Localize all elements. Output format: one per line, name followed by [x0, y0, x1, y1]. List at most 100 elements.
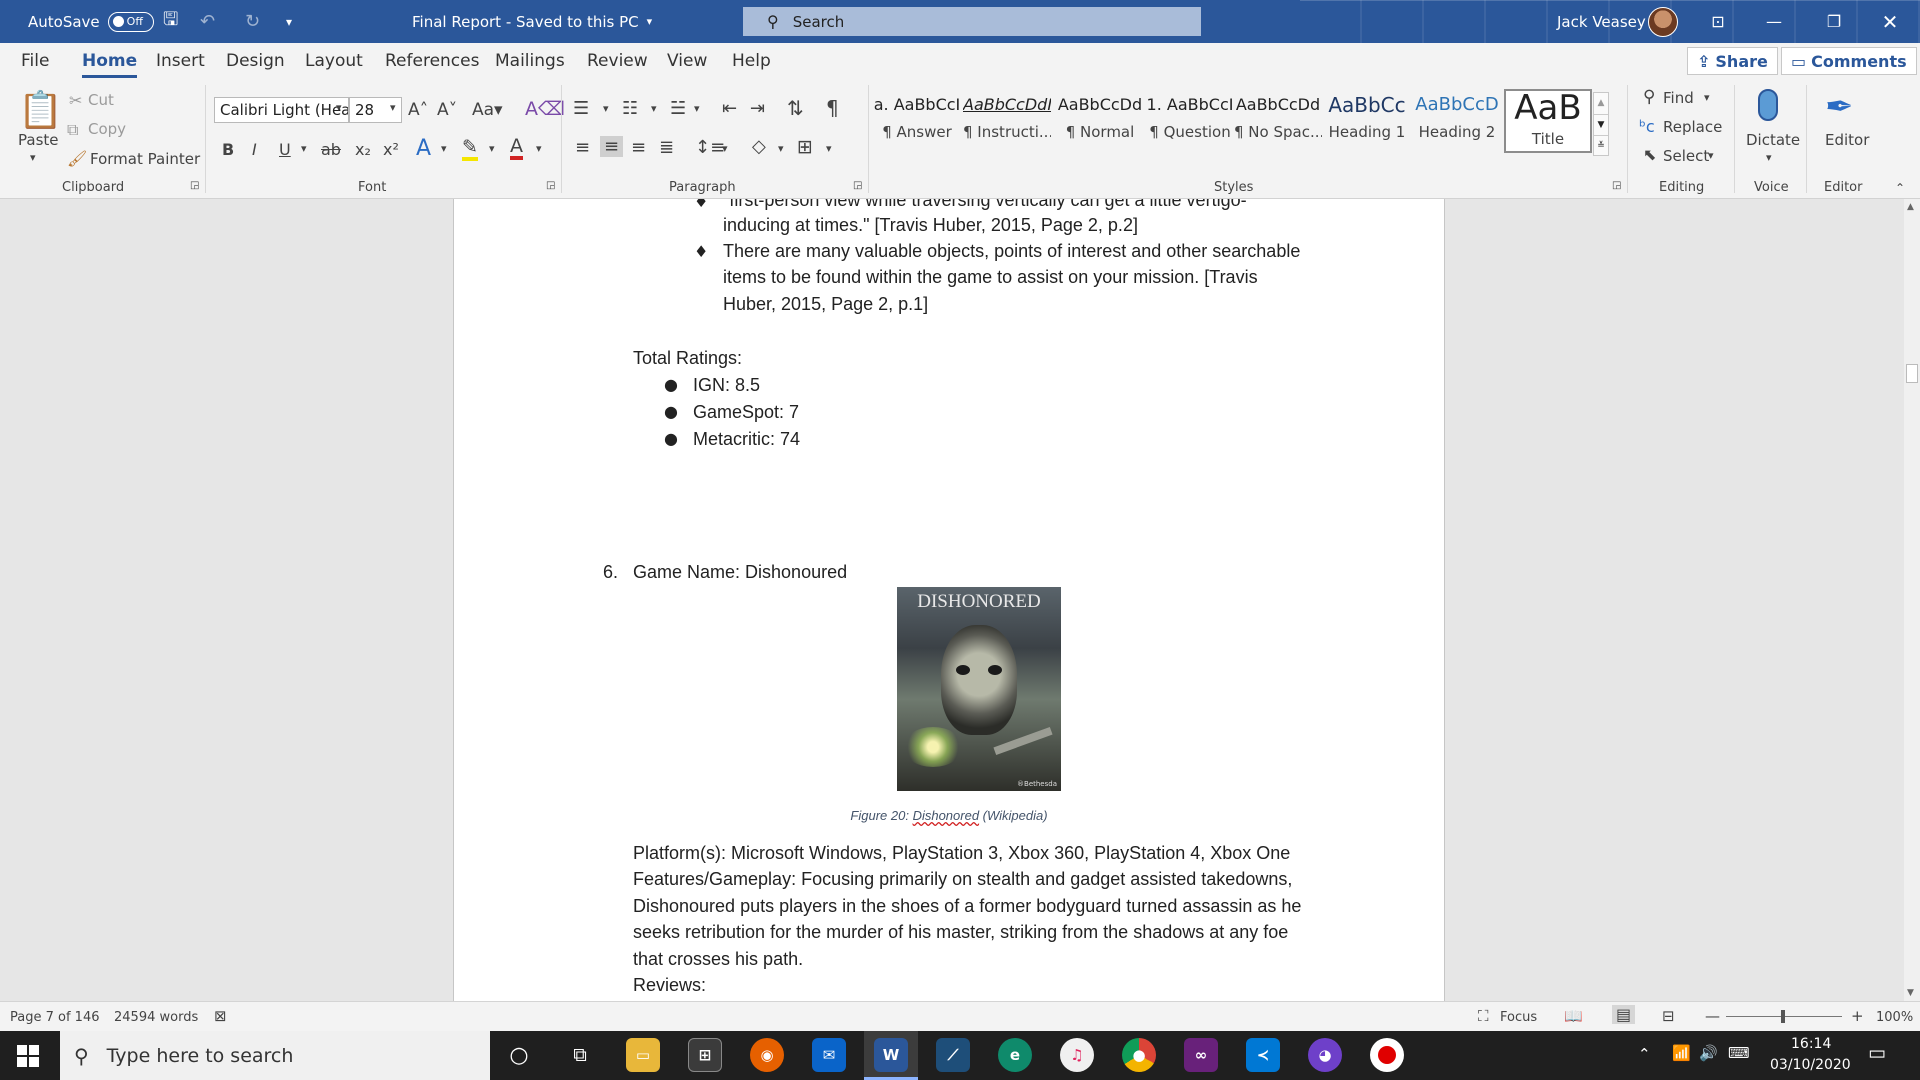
style-question[interactable]: 1. AaBbCcI ¶ Question	[1146, 92, 1234, 150]
styles-gallery-scroller[interactable]: ▲ ▼ ≚	[1593, 92, 1609, 156]
restore-icon[interactable]: ❐	[1806, 0, 1862, 43]
task-view-icon[interactable]: ⧉	[563, 1038, 597, 1072]
dishonored-cover-image[interactable]: DISHONORED ®Bethesda	[897, 587, 1061, 791]
borders-icon[interactable]: ⊞	[797, 136, 813, 158]
tab-references[interactable]: References	[385, 51, 479, 71]
superscript-icon[interactable]: x²	[383, 140, 399, 159]
visual-studio-icon[interactable]: ∞	[1184, 1038, 1218, 1072]
chrome-icon[interactable]: ●	[1122, 1038, 1156, 1072]
comments-button[interactable]: ▭ Comments	[1781, 47, 1917, 75]
tab-layout[interactable]: Layout	[305, 51, 363, 71]
chevron-down-icon[interactable]: ▾	[826, 142, 832, 155]
zoom-level[interactable]: 100%	[1876, 1010, 1913, 1025]
multilevel-list-icon[interactable]: ☱	[670, 98, 686, 119]
justify-icon[interactable]: ≣	[659, 137, 674, 158]
taskbar-search-box[interactable]: ⚲ Type here to search	[60, 1031, 490, 1080]
shading-icon[interactable]: ◇	[752, 136, 766, 157]
web-layout-icon[interactable]: ⊟	[1662, 1007, 1675, 1025]
print-layout-icon[interactable]: ▤	[1612, 1005, 1636, 1024]
autosave-toggle[interactable]: AutoSave Off	[28, 0, 154, 43]
chevron-down-icon[interactable]: ▾	[694, 102, 700, 115]
align-left-icon[interactable]: ≡	[575, 137, 590, 158]
vscode-icon[interactable]: ≺	[1246, 1038, 1280, 1072]
paste-button[interactable]: Paste	[18, 131, 59, 149]
file-explorer-icon[interactable]: ▭	[626, 1038, 660, 1072]
find-button[interactable]: Find	[1663, 89, 1694, 107]
dialog-launcher-icon[interactable]: ◲	[853, 180, 862, 191]
chevron-down-icon[interactable]: ▾	[536, 142, 542, 155]
clock-date[interactable]: 03/10/2020	[1770, 1057, 1851, 1073]
chevron-down-icon[interactable]: ▾	[441, 142, 447, 155]
vertical-scrollbar[interactable]: ▲ ▼	[1904, 199, 1920, 1001]
proofing-icon[interactable]: ⊠	[214, 1007, 227, 1025]
editor-pen-icon[interactable]: ✒	[1825, 87, 1854, 127]
focus-button[interactable]: Focus	[1500, 1010, 1537, 1025]
align-center-icon[interactable]: ≡	[600, 136, 624, 157]
app-icon[interactable]: ⟋	[936, 1038, 970, 1072]
clock-time[interactable]: 16:14	[1791, 1036, 1831, 1052]
style-no-spacing[interactable]: AaBbCcDd ¶ No Spac...	[1234, 92, 1322, 150]
chevron-down-icon[interactable]: ▾	[390, 101, 396, 114]
zoom-out-icon[interactable]: —	[1705, 1007, 1720, 1025]
document-title[interactable]: Final Report - Saved to this PC ▾	[412, 0, 652, 43]
scroll-down-icon[interactable]: ▼	[1907, 988, 1914, 998]
dictate-button[interactable]: Dictate	[1746, 131, 1800, 149]
zoom-slider-thumb[interactable]	[1781, 1010, 1785, 1023]
replace-button[interactable]: Replace	[1663, 118, 1722, 136]
search-box[interactable]: ⚲ Search	[743, 7, 1201, 36]
change-case-icon[interactable]: Aa▾	[472, 100, 503, 120]
chevron-down-icon[interactable]: ▾	[1704, 91, 1710, 104]
user-name[interactable]: Jack Veasey	[1557, 0, 1646, 43]
store-icon[interactable]: ⊞	[688, 1038, 722, 1072]
scroll-thumb[interactable]	[1906, 364, 1918, 383]
cortana-icon[interactable]: ○	[502, 1038, 536, 1072]
dialog-launcher-icon[interactable]: ◲	[1612, 180, 1621, 191]
gallery-more-icon[interactable]: ≚	[1594, 135, 1608, 155]
read-mode-icon[interactable]: 📖	[1564, 1007, 1583, 1025]
notifications-icon[interactable]: ▭	[1868, 1042, 1886, 1064]
scroll-up-icon[interactable]: ▲	[1907, 202, 1914, 212]
copy-button[interactable]: Copy	[88, 120, 126, 138]
shrink-font-icon[interactable]: A˅	[437, 100, 457, 120]
clear-formatting-icon[interactable]: A⌫	[525, 98, 565, 120]
word-count[interactable]: 24594 words	[114, 1010, 198, 1025]
windows-start-icon[interactable]	[17, 1045, 39, 1067]
align-right-icon[interactable]: ≡	[631, 137, 646, 158]
chevron-up-icon[interactable]: ▲	[1594, 93, 1608, 114]
tab-help[interactable]: Help	[732, 51, 771, 71]
itunes-icon[interactable]: ♫	[1060, 1038, 1094, 1072]
select-button[interactable]: Select	[1663, 147, 1709, 165]
editor-button[interactable]: Editor	[1825, 131, 1869, 149]
subscript-icon[interactable]: x₂	[355, 140, 371, 159]
undo-icon[interactable]: ↶	[200, 0, 215, 43]
text-effects-icon[interactable]: A	[416, 136, 431, 161]
style-instructions[interactable]: AaBbCcDdI ¶ Instructi...	[963, 92, 1051, 150]
sort-icon[interactable]: ⇅	[787, 96, 804, 120]
cut-button[interactable]: Cut	[88, 91, 114, 109]
style-heading-1[interactable]: AaBbCc Heading 1	[1323, 92, 1411, 150]
paste-icon[interactable]: 📋	[18, 89, 63, 131]
chevron-down-icon[interactable]: ▾	[301, 142, 307, 155]
tab-home[interactable]: Home	[82, 51, 138, 78]
grow-font-icon[interactable]: A˄	[408, 100, 428, 120]
zoom-in-icon[interactable]: +	[1851, 1007, 1864, 1025]
style-normal[interactable]: AaBbCcDd ¶ Normal	[1056, 92, 1144, 150]
chevron-down-icon[interactable]: ▾	[489, 142, 495, 155]
ribbon-display-options-icon[interactable]: ⊡	[1690, 0, 1746, 43]
volume-icon[interactable]: 🔊	[1699, 1044, 1718, 1062]
tab-mailings[interactable]: Mailings	[495, 51, 565, 71]
focus-icon[interactable]: ⛶	[1478, 1007, 1489, 1025]
chevron-down-icon[interactable]: ▾	[1766, 151, 1772, 164]
chevron-down-icon[interactable]: ▾	[336, 101, 342, 114]
close-icon[interactable]: ✕	[1862, 0, 1918, 43]
firefox-icon[interactable]: ◉	[750, 1038, 784, 1072]
tab-view[interactable]: View	[667, 51, 707, 71]
chevron-down-icon[interactable]: ▼	[1594, 114, 1608, 135]
caption-misspelled-word[interactable]: Dishonored	[913, 808, 980, 823]
italic-icon[interactable]: I	[252, 140, 257, 159]
autosave-switch[interactable]: Off	[107, 11, 154, 32]
tab-insert[interactable]: Insert	[156, 51, 205, 71]
strikethrough-icon[interactable]: ab	[321, 140, 341, 159]
style-answer[interactable]: a. AaBbCcI ¶ Answer	[873, 92, 961, 150]
decrease-indent-icon[interactable]: ⇤	[722, 98, 737, 119]
